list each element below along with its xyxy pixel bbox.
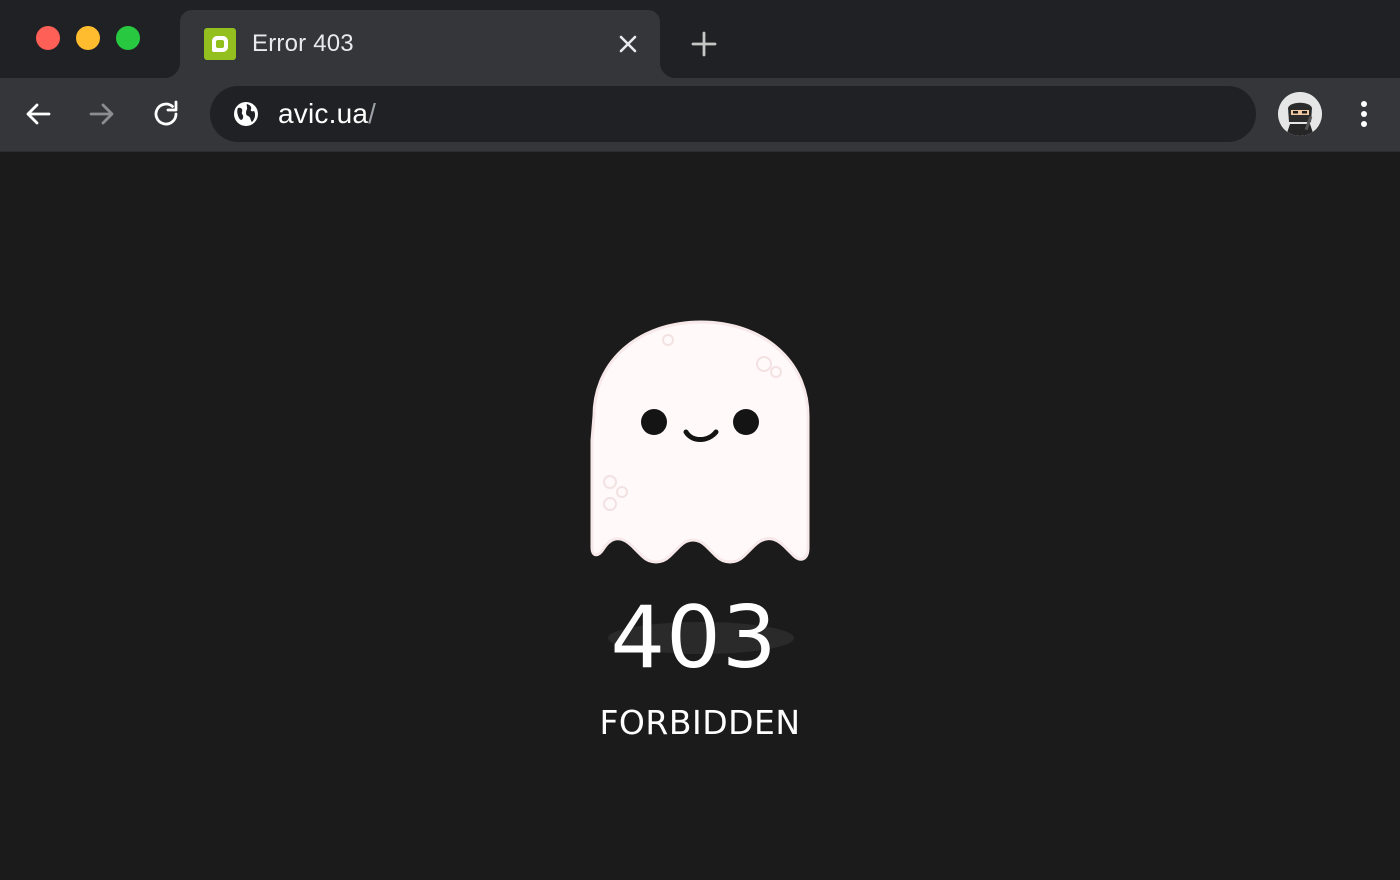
ghost-icon <box>590 320 810 564</box>
kebab-menu-icon[interactable] <box>1352 98 1376 130</box>
url-host: avic.ua <box>278 98 369 129</box>
avatar[interactable] <box>1278 92 1322 136</box>
error-label: FORBIDDEN <box>599 703 801 742</box>
toolbar: avic.ua/ <box>0 78 1400 152</box>
page-content: 403 FORBIDDEN <box>0 152 1400 880</box>
avic-logo-icon <box>204 28 236 60</box>
tab-strip: Error 403 <box>0 0 1400 78</box>
close-icon[interactable] <box>616 32 640 56</box>
reload-icon[interactable] <box>150 98 182 130</box>
error-code: 403 <box>610 588 778 688</box>
profile-avatar-icon <box>1278 92 1322 136</box>
tab-active[interactable]: Error 403 <box>164 10 676 78</box>
globe-icon[interactable] <box>232 100 260 128</box>
tab-title: Error 403 <box>252 30 354 57</box>
url-path: / <box>368 98 377 129</box>
url-text[interactable]: avic.ua/ <box>278 98 376 130</box>
window-minimize-button[interactable] <box>76 26 100 50</box>
window-close-button[interactable] <box>36 26 60 50</box>
arrow-right-icon[interactable] <box>86 98 118 130</box>
arrow-left-icon[interactable] <box>22 98 54 130</box>
address-bar[interactable]: avic.ua/ <box>210 86 1256 142</box>
plus-icon[interactable] <box>690 30 718 58</box>
window-maximize-button[interactable] <box>116 26 140 50</box>
